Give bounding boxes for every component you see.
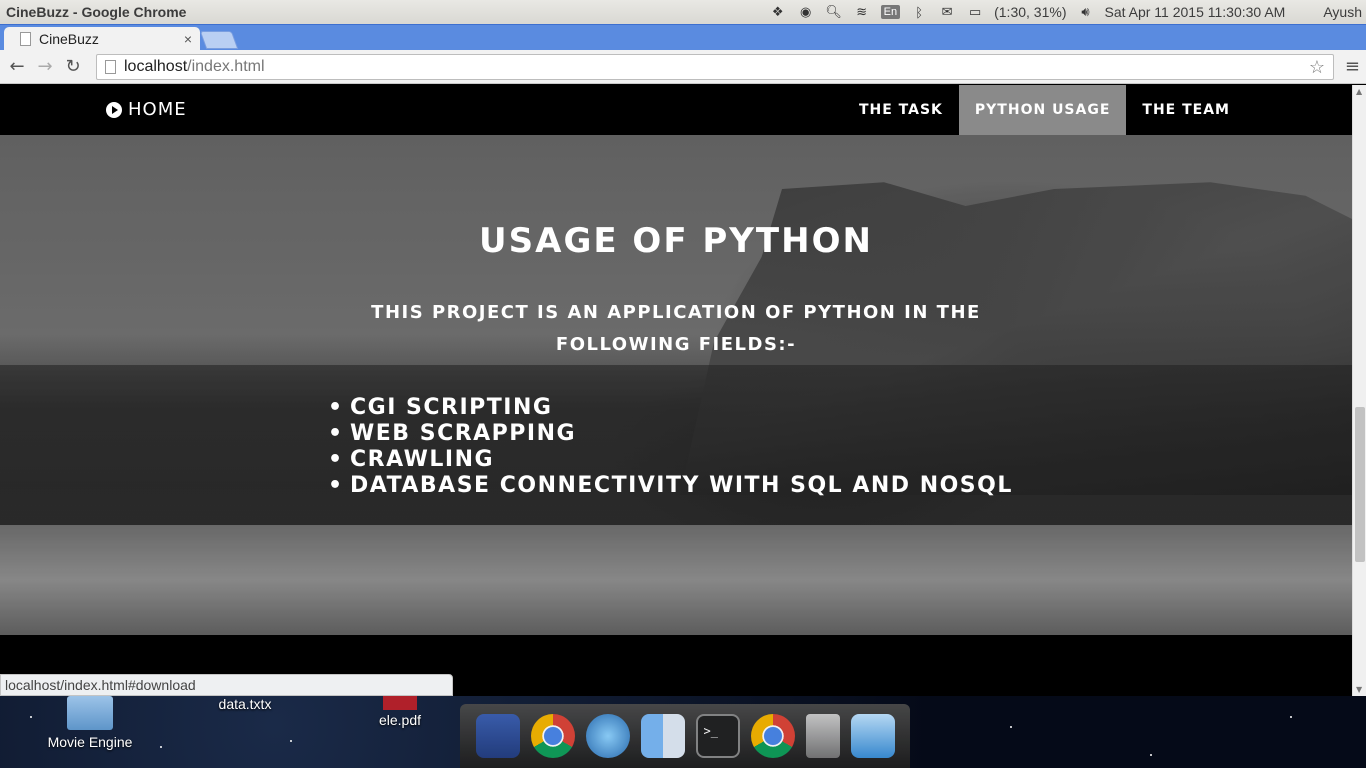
brand-label: HOME (128, 99, 187, 120)
safari-icon[interactable] (585, 714, 630, 758)
list-item: WEB SCRAPPING (328, 421, 1013, 447)
tab-cinebuzz[interactable]: CineBuzz × (4, 27, 200, 51)
system-tray: ❖ ◉ 🔍︎ ≋ En ᛒ ✉ ▭ (1:30, 31%) 🔊︎ Sat Apr… (769, 0, 1362, 24)
nav-links: THE TASK PYTHON USAGE THE TEAM (843, 85, 1246, 135)
star-decoration (1010, 726, 1012, 728)
address-bar[interactable]: localhost/index.html ☆ (96, 54, 1334, 80)
hero-subtitle: THIS PROJECT IS AN APPLICATION OF PYTHON… (371, 302, 981, 355)
page-icon (20, 32, 31, 46)
terminal-prompt-glyph: >_ (703, 724, 718, 738)
desktop-item-label: ele.pdf (378, 712, 422, 728)
menu-hamburger-icon[interactable]: ≡ (1345, 56, 1360, 77)
wifi-icon[interactable]: ≋ (853, 4, 871, 20)
list-item: DATABASE CONNECTIVITY WITH SQL AND NOSQL (328, 473, 1013, 499)
page-icon (105, 60, 116, 74)
hero-title: USAGE OF PYTHON (479, 221, 873, 261)
browser-toolbar: ← → ↻ localhost/index.html ☆ ≡ (0, 50, 1366, 84)
keyboard-language-indicator[interactable]: En (880, 5, 901, 19)
back-arrow-icon[interactable]: ← (6, 56, 28, 78)
url-path: /index.html (187, 58, 265, 75)
list-item: CRAWLING (328, 447, 1013, 473)
clock[interactable]: Sat Apr 11 2015 11:30:30 AM (1104, 4, 1285, 20)
desktop-item-label: Movie Engine (47, 734, 133, 750)
desktop: Movie Engine data.txtx ele.pdf >_ (0, 696, 1366, 768)
star-decoration (1150, 754, 1152, 756)
page-viewport: HOME THE TASK PYTHON USAGE THE TEAM USAG… (0, 85, 1352, 696)
chrome-icon[interactable] (750, 714, 795, 758)
browser-tab-strip: CineBuzz × (0, 24, 1366, 51)
pdf-icon (383, 696, 417, 710)
star-decoration (290, 740, 292, 742)
star-decoration (30, 716, 32, 718)
chrome-icon[interactable] (530, 714, 575, 758)
hero-content: USAGE OF PYTHON THIS PROJECT IS AN APPLI… (0, 135, 1352, 635)
tab-close-icon[interactable]: × (184, 31, 192, 47)
bookmark-star-icon[interactable]: ☆ (1309, 57, 1325, 78)
nav-link-the-task[interactable]: THE TASK (843, 85, 959, 135)
battery-status[interactable]: (1:30, 31%) (994, 4, 1066, 20)
url-host: localhost (124, 58, 188, 75)
mail-icon[interactable]: ✉ (938, 4, 956, 20)
usage-list: CGI SCRIPTING WEB SCRAPPING CRAWLING DAT… (328, 395, 1013, 499)
dropbox-icon[interactable]: ❖ (769, 4, 787, 20)
nav-link-python-usage[interactable]: PYTHON USAGE (958, 85, 1127, 135)
os-top-panel: CineBuzz - Google Chrome ❖ ◉ 🔍︎ ≋ En ᛒ ✉… (0, 0, 1366, 24)
list-item: CGI SCRIPTING (328, 395, 1013, 421)
desktop-item-data-txtx[interactable]: data.txtx (200, 696, 290, 712)
brand-home-link[interactable]: HOME (106, 99, 187, 120)
desktop-folder-icon[interactable] (850, 714, 895, 758)
desktop-item-ele-pdf[interactable]: ele.pdf (360, 696, 440, 728)
folder-icon (67, 696, 113, 730)
forward-arrow-icon[interactable]: → (34, 56, 56, 78)
nav-link-the-team[interactable]: THE TEAM (1126, 85, 1246, 135)
user-name[interactable]: Ayush (1323, 4, 1362, 20)
page-scrollbar[interactable]: ▲ ▼ (1352, 85, 1366, 696)
finder-icon[interactable] (640, 714, 685, 758)
scroll-thumb[interactable] (1355, 407, 1365, 562)
star-decoration (1290, 716, 1292, 718)
scroll-up-arrow-icon[interactable]: ▲ (1356, 87, 1362, 96)
tab-title: CineBuzz (39, 31, 99, 47)
reload-icon[interactable]: ↻ (62, 56, 84, 78)
site-navbar: HOME THE TASK PYTHON USAGE THE TEAM (0, 85, 1352, 135)
search-icon[interactable]: 🔍︎ (825, 4, 843, 20)
bluetooth-icon[interactable]: ᛒ (910, 4, 928, 20)
trash-icon[interactable] (805, 714, 840, 758)
new-tab-button[interactable] (199, 31, 239, 49)
star-decoration (160, 746, 162, 748)
play-circle-icon (106, 101, 122, 118)
chrome-tray-icon[interactable]: ◉ (797, 4, 815, 20)
apple-icon[interactable] (1295, 4, 1313, 20)
scroll-down-arrow-icon[interactable]: ▼ (1356, 685, 1362, 694)
files-icon[interactable] (475, 714, 520, 758)
hero-section: USAGE OF PYTHON THIS PROJECT IS AN APPLI… (0, 135, 1352, 635)
desktop-item-movie-engine[interactable]: Movie Engine (40, 696, 140, 750)
volume-icon[interactable]: 🔊︎ (1076, 4, 1094, 20)
window-title: CineBuzz - Google Chrome (6, 4, 187, 20)
desktop-item-label: data.txtx (218, 696, 272, 712)
dock: >_ (460, 704, 910, 768)
terminal-icon[interactable]: >_ (695, 714, 740, 758)
status-bubble: localhost/index.html#download (0, 674, 453, 696)
battery-icon[interactable]: ▭ (966, 4, 984, 20)
